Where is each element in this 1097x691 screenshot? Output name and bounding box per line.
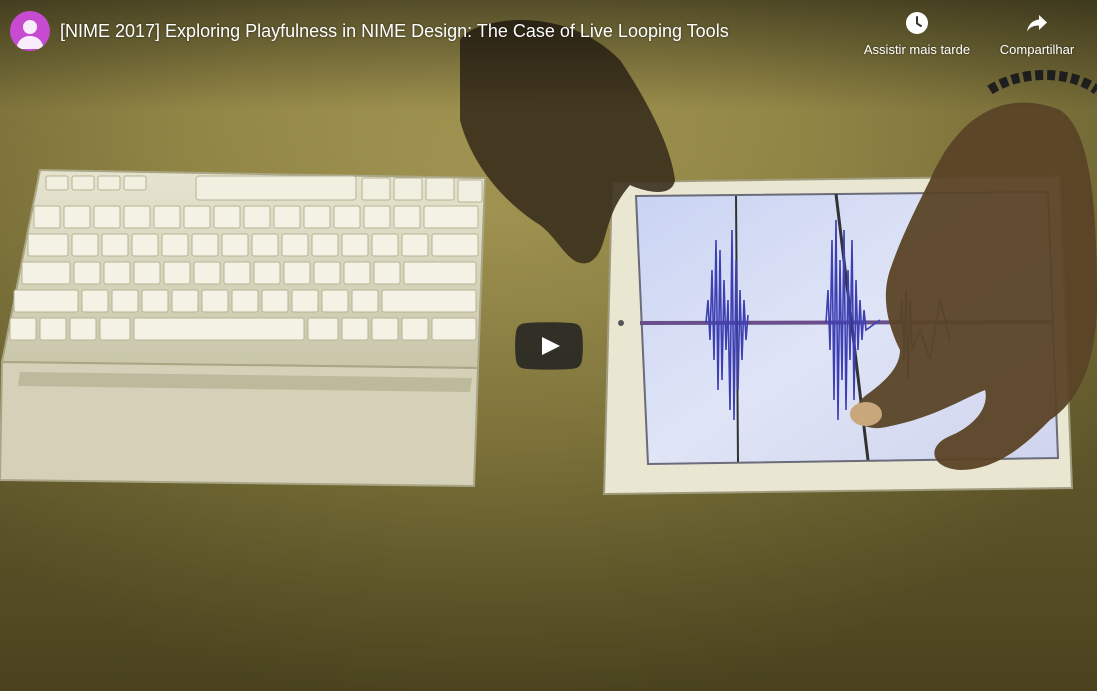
watch-later-button[interactable]: Assistir mais tarde	[858, 10, 976, 58]
channel-avatar[interactable]	[10, 11, 50, 51]
share-arrow-icon	[1024, 10, 1050, 36]
keyboard-illustration	[0, 168, 487, 488]
share-label: Compartilhar	[999, 42, 1075, 57]
share-button[interactable]: Compartilhar	[994, 10, 1080, 58]
person-icon	[16, 20, 44, 49]
clock-icon	[904, 10, 930, 36]
video-player[interactable]: [NIME 2017] Exploring Playfulness in NIM…	[0, 0, 1097, 691]
video-title[interactable]: [NIME 2017] Exploring Playfulness in NIM…	[60, 20, 729, 42]
play-button[interactable]	[515, 322, 583, 370]
watch-later-label: Assistir mais tarde	[863, 42, 971, 57]
